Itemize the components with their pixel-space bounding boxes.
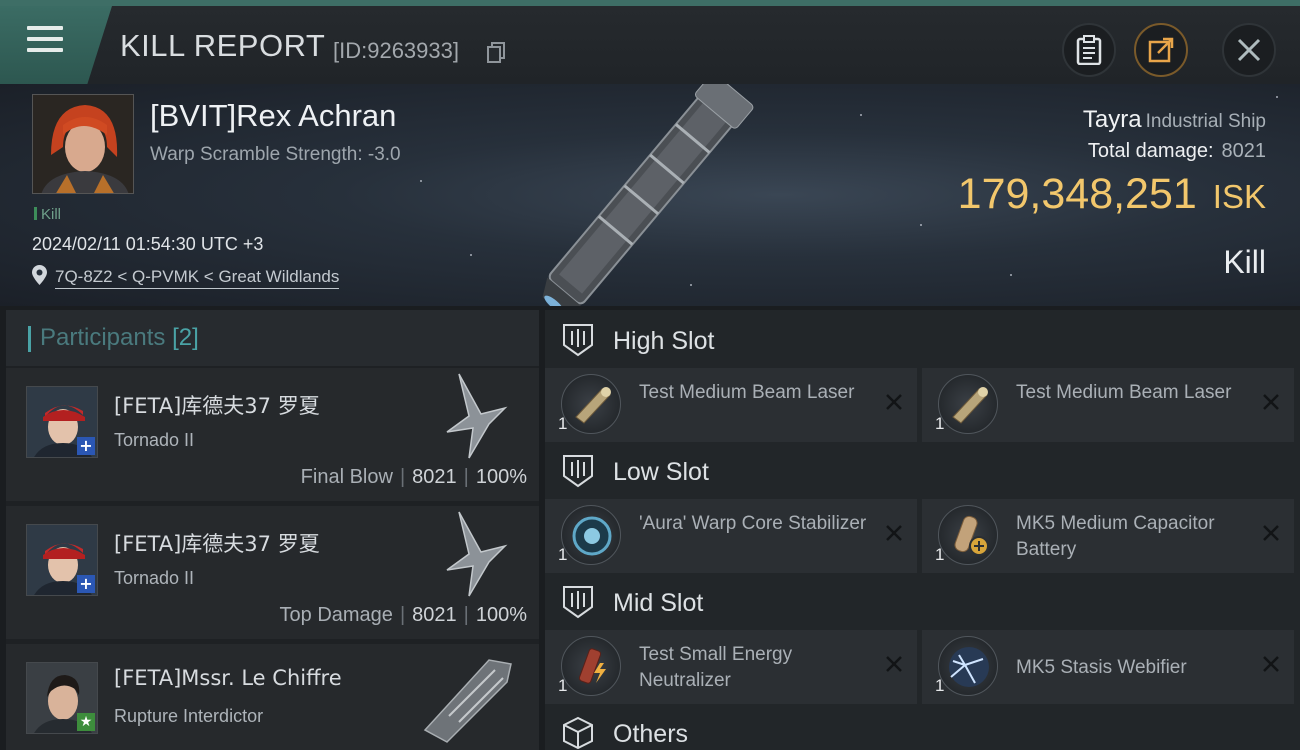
tornado-ship-icon xyxy=(446,511,508,597)
participant-avatar[interactable]: + xyxy=(26,524,98,596)
participant-ship: Tornado II xyxy=(114,568,195,588)
plus-badge-icon: + xyxy=(77,437,95,455)
destroyed-x-icon xyxy=(886,525,902,541)
low-slot-title: Low Slot xyxy=(613,458,709,486)
mid-slot-header: Mid Slot xyxy=(545,574,1300,632)
kill-timestamp: 2024/02/11 01:54:30 UTC +3 xyxy=(32,234,264,254)
location-pin-icon xyxy=(32,265,47,285)
low-slot-icon xyxy=(563,455,593,488)
destroyed-x-icon xyxy=(1263,394,1279,410)
participant-name[interactable]: [FETA]库德夫37 罗夏 xyxy=(114,528,320,558)
stasis-webifier-icon xyxy=(938,636,998,696)
participant-stats: Final Blow | 8021 | 100% xyxy=(300,466,527,488)
hamburger-menu-icon xyxy=(27,26,63,56)
high-slot-header: High Slot xyxy=(545,312,1300,370)
warp-scramble-strength: Warp Scramble Strength: -3.0 xyxy=(150,144,401,165)
plus-badge-icon: + xyxy=(77,575,95,593)
others-title: Others xyxy=(613,720,689,748)
low-slot-header: Low Slot xyxy=(545,443,1300,501)
module-name: Test Medium Beam Laser xyxy=(1016,382,1232,403)
location-link[interactable]: 7Q-8Z2 < Q-PVMK < Great Wildlands xyxy=(55,267,340,289)
kill-result: Kill xyxy=(1223,244,1266,280)
high-slot-title: High Slot xyxy=(613,327,715,355)
destroyed-x-icon xyxy=(1263,525,1279,541)
victim-ship-type[interactable]: Tayra Industrial Ship xyxy=(1083,106,1266,134)
module-item[interactable]: 1 'Aura' Warp Core Stabilizer xyxy=(545,499,917,573)
victim-ship-image xyxy=(542,84,754,306)
participant-avatar[interactable]: ★ xyxy=(26,662,98,734)
fitting-panel: High Slot 1 Test Medium Beam Laser 1 Tes… xyxy=(545,310,1300,750)
clipboard-icon xyxy=(1076,35,1102,65)
module-name: MK5 Medium Capacitor Battery xyxy=(1016,513,1215,560)
top-bar: KILL REPORT [ID:9263933] xyxy=(0,0,1300,84)
participant-row[interactable]: + [FETA]库德夫37 罗夏 Tornado II Final Blow | 8… xyxy=(6,368,539,501)
beam-laser-icon xyxy=(938,374,998,434)
module-name: Test Medium Beam Laser xyxy=(639,382,855,403)
module-item[interactable]: 1 Test Medium Beam Laser xyxy=(545,368,917,442)
participant-row[interactable]: ★ [FETA]Mssr. Le Chiffre Rupture Interdi… xyxy=(6,644,539,750)
destroyed-x-icon xyxy=(1263,656,1279,672)
share-button[interactable] xyxy=(1134,23,1188,77)
report-id: [ID:9263933] xyxy=(333,38,459,63)
energy-neutralizer-icon xyxy=(561,636,621,696)
module-name: MK5 Stasis Webifier xyxy=(1016,657,1187,678)
participant-ship: Rupture Interdictor xyxy=(114,706,264,726)
others-header: Others xyxy=(545,705,1300,750)
participant-row[interactable]: + [FETA]库德夫37 罗夏 Tornado II Top Damage | 8… xyxy=(6,506,539,639)
warp-core-stabilizer-icon xyxy=(561,505,621,565)
kill-tag: Kill xyxy=(34,206,61,223)
victim-name[interactable]: [BVIT]Rex Achran xyxy=(150,98,396,134)
participant-name[interactable]: [FETA]Mssr. Le Chiffre xyxy=(114,666,342,690)
module-name: Test Small Energy Neutralizer xyxy=(639,644,793,691)
menu-button[interactable] xyxy=(0,6,112,84)
report-list-button[interactable] xyxy=(1062,23,1116,77)
mid-slot-title: Mid Slot xyxy=(613,589,704,617)
close-icon xyxy=(1237,38,1261,62)
participant-ship: Tornado II xyxy=(114,430,195,450)
high-slot-icon xyxy=(563,324,593,357)
participants-header: Participants [2] xyxy=(6,310,539,366)
capacitor-battery-icon xyxy=(938,505,998,565)
destroyed-x-icon xyxy=(886,394,902,410)
total-damage: Total damage: 8021 xyxy=(1087,140,1266,162)
rupture-ship-icon xyxy=(423,659,512,743)
isk-value: 179,348,251 ISK xyxy=(957,170,1266,218)
pilot-portrait-icon xyxy=(33,95,133,193)
share-icon xyxy=(1148,37,1174,63)
participants-panel: Participants [2] + [FETA]库德夫37 罗夏 Tornad… xyxy=(6,310,539,750)
participants-title: Participants [2] xyxy=(40,324,199,351)
victim-banner: [BVIT]Rex Achran Warp Scramble Strength:… xyxy=(0,84,1300,306)
module-name: 'Aura' Warp Core Stabilizer xyxy=(639,513,867,534)
copy-icon[interactable] xyxy=(487,42,506,63)
module-item[interactable]: 1 MK5 Medium Capacitor Battery xyxy=(922,499,1294,573)
tornado-ship-icon xyxy=(446,373,508,459)
participant-avatar[interactable]: + xyxy=(26,386,98,458)
cargo-box-icon xyxy=(563,716,593,750)
destroyed-x-icon xyxy=(886,656,902,672)
mid-slot-icon xyxy=(563,586,593,619)
beam-laser-icon xyxy=(561,374,621,434)
module-item[interactable]: 1 MK5 Stasis Webifier xyxy=(922,630,1294,704)
close-button[interactable] xyxy=(1222,23,1276,77)
module-item[interactable]: 1 Test Small Energy Neutralizer xyxy=(545,630,917,704)
star-badge-icon: ★ xyxy=(77,713,95,731)
participant-stats: Top Damage | 8021 | 100% xyxy=(279,604,527,626)
victim-portrait[interactable] xyxy=(32,94,134,194)
page-title: KILL REPORT xyxy=(120,28,326,63)
participant-name[interactable]: [FETA]库德夫37 罗夏 xyxy=(114,390,320,420)
module-item[interactable]: 1 Test Medium Beam Laser xyxy=(922,368,1294,442)
